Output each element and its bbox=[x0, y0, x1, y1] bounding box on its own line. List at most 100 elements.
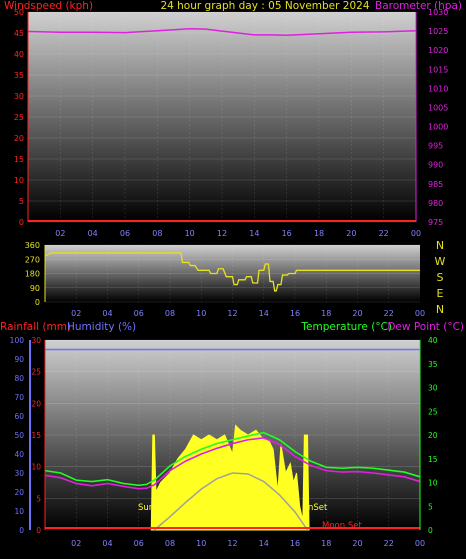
direction-tick: 360 bbox=[25, 241, 40, 250]
x-tick-label: 10 bbox=[196, 539, 206, 548]
x-tick-label: 00 bbox=[415, 309, 425, 318]
humidity-tick: 0 bbox=[19, 526, 24, 535]
rainfall-tick: 30 bbox=[31, 336, 41, 345]
temperature-tick: 0 bbox=[428, 526, 433, 535]
rainfall-tick: 15 bbox=[31, 431, 41, 440]
barometer-tick: 1020 bbox=[428, 46, 448, 55]
top-x-tick-labels: 02 04 06 08 10 12 14 16 18 20 22 00 bbox=[55, 229, 421, 238]
moonset-label: Moon Set bbox=[322, 521, 362, 531]
windspeed-tick: 40 bbox=[14, 50, 24, 59]
humidity-axis-title: Humidity (%) bbox=[67, 321, 136, 333]
x-tick-label: 04 bbox=[102, 539, 112, 548]
barometer-tick: 1000 bbox=[428, 123, 448, 132]
compass-letter: N bbox=[436, 239, 444, 252]
rainfall-axis-title: Rainfall (mm) bbox=[0, 321, 71, 333]
barometer-tick: 975 bbox=[428, 218, 443, 227]
temperature-tick: 5 bbox=[428, 502, 433, 511]
x-tick-label: 18 bbox=[321, 539, 331, 548]
humidity-tick: 70 bbox=[14, 393, 24, 402]
dewpoint-axis-title: Dew Point (°C) bbox=[387, 321, 464, 333]
temperature-tick: 40 bbox=[428, 336, 438, 345]
x-tick-label: 20 bbox=[352, 539, 362, 548]
barometer-tick: 1025 bbox=[428, 27, 448, 36]
compass-letter: S bbox=[437, 271, 444, 284]
rainfall-tick: 20 bbox=[31, 399, 41, 408]
humidity-tick: 90 bbox=[14, 355, 24, 364]
barometer-tick: 990 bbox=[428, 161, 443, 170]
temperature-tick: 10 bbox=[428, 479, 438, 488]
compass-letter: N bbox=[436, 303, 444, 316]
x-tick-label: 12 bbox=[217, 229, 227, 238]
compass-letter: E bbox=[437, 287, 444, 300]
compass-letter: W bbox=[435, 255, 446, 268]
windspeed-tick: 10 bbox=[14, 176, 24, 185]
x-tick-label: 12 bbox=[227, 539, 237, 548]
x-tick-label: 14 bbox=[249, 229, 259, 238]
x-tick-label: 04 bbox=[88, 229, 98, 238]
direction-tick: 180 bbox=[25, 270, 40, 279]
x-tick-label: 00 bbox=[411, 229, 421, 238]
weather-graph: 05101520253035404550 9759809859909951000… bbox=[0, 0, 464, 548]
humidity-tick: 80 bbox=[14, 374, 24, 383]
x-tick-label: 06 bbox=[134, 539, 144, 548]
bottom-x-tick-labels: 02 04 06 08 10 12 14 16 18 20 22 00 bbox=[71, 539, 425, 548]
x-tick-label: 18 bbox=[321, 309, 331, 318]
barometer-tick: 1005 bbox=[428, 103, 448, 112]
humidity-tick: 50 bbox=[14, 431, 24, 440]
windspeed-tick: 25 bbox=[14, 113, 24, 122]
rainfall-tick: 0 bbox=[36, 526, 41, 535]
humidity-tick: 60 bbox=[14, 412, 24, 421]
x-tick-label: 16 bbox=[290, 309, 300, 318]
humidity-tick: 40 bbox=[14, 450, 24, 459]
x-tick-label: 06 bbox=[120, 229, 130, 238]
temperature-tick-labels: 0 5 10 15 20 25 30 35 40 bbox=[428, 336, 438, 535]
windspeed-tick: 45 bbox=[14, 29, 24, 38]
x-tick-label: 08 bbox=[152, 229, 162, 238]
windspeed-tick: 35 bbox=[14, 71, 24, 80]
barometer-tick: 980 bbox=[428, 199, 443, 208]
rainfall-tick: 10 bbox=[31, 463, 41, 472]
windspeed-axis-title: Windspeed (kph) bbox=[4, 0, 93, 12]
x-tick-label: 22 bbox=[384, 539, 394, 548]
barometer-tick: 1010 bbox=[428, 84, 448, 93]
direction-tick: 90 bbox=[30, 284, 40, 293]
direction-x-tick-labels: 02 04 06 08 10 12 14 16 18 20 22 00 bbox=[71, 309, 425, 318]
barometer-tick: 985 bbox=[428, 180, 443, 189]
x-tick-label: 20 bbox=[352, 309, 362, 318]
temperature-tick: 25 bbox=[428, 407, 438, 416]
x-tick-label: 10 bbox=[185, 229, 195, 238]
chart-title: 24 hour graph day : 05 November 2024 bbox=[160, 0, 369, 12]
windspeed-tick: 0 bbox=[19, 218, 24, 227]
windspeed-tick: 5 bbox=[19, 197, 24, 206]
humidity-tick: 10 bbox=[14, 507, 24, 516]
rainfall-tick: 5 bbox=[36, 494, 41, 503]
x-tick-label: 14 bbox=[259, 309, 269, 318]
humidity-tick-labels: 0 10 20 30 40 50 60 70 80 90 100 bbox=[10, 336, 25, 535]
windspeed-tick: 20 bbox=[14, 134, 24, 143]
x-tick-label: 02 bbox=[55, 229, 65, 238]
x-tick-label: 02 bbox=[71, 309, 81, 318]
x-tick-label: 14 bbox=[259, 539, 269, 548]
x-tick-label: 08 bbox=[165, 539, 175, 548]
x-tick-label: 08 bbox=[165, 309, 175, 318]
x-tick-label: 00 bbox=[415, 539, 425, 548]
x-tick-label: 10 bbox=[196, 309, 206, 318]
direction-tick: 270 bbox=[25, 255, 40, 264]
temperature-tick: 20 bbox=[428, 431, 438, 440]
barometer-tick: 995 bbox=[428, 142, 443, 151]
x-tick-label: 20 bbox=[346, 229, 356, 238]
temperature-tick: 15 bbox=[428, 455, 438, 464]
x-tick-label: 06 bbox=[134, 309, 144, 318]
x-tick-label: 22 bbox=[384, 309, 394, 318]
rainfall-tick: 25 bbox=[31, 368, 41, 377]
sunrise-label: Sun bbox=[138, 503, 154, 513]
humidity-tick: 100 bbox=[10, 336, 25, 345]
windspeed-tick: 15 bbox=[14, 155, 24, 164]
temperature-tick: 30 bbox=[428, 384, 438, 393]
barometer-axis-title: Barometer (hpa) bbox=[375, 0, 462, 12]
windspeed-tick: 30 bbox=[14, 92, 24, 101]
rainfall-tick-labels: 0 5 10 15 20 25 30 bbox=[31, 336, 41, 535]
x-tick-label: 02 bbox=[71, 539, 81, 548]
temperature-axis-title: Temperature (°C) bbox=[300, 321, 392, 333]
direction-tick-labels: 0 90 180 270 360 bbox=[25, 241, 40, 307]
